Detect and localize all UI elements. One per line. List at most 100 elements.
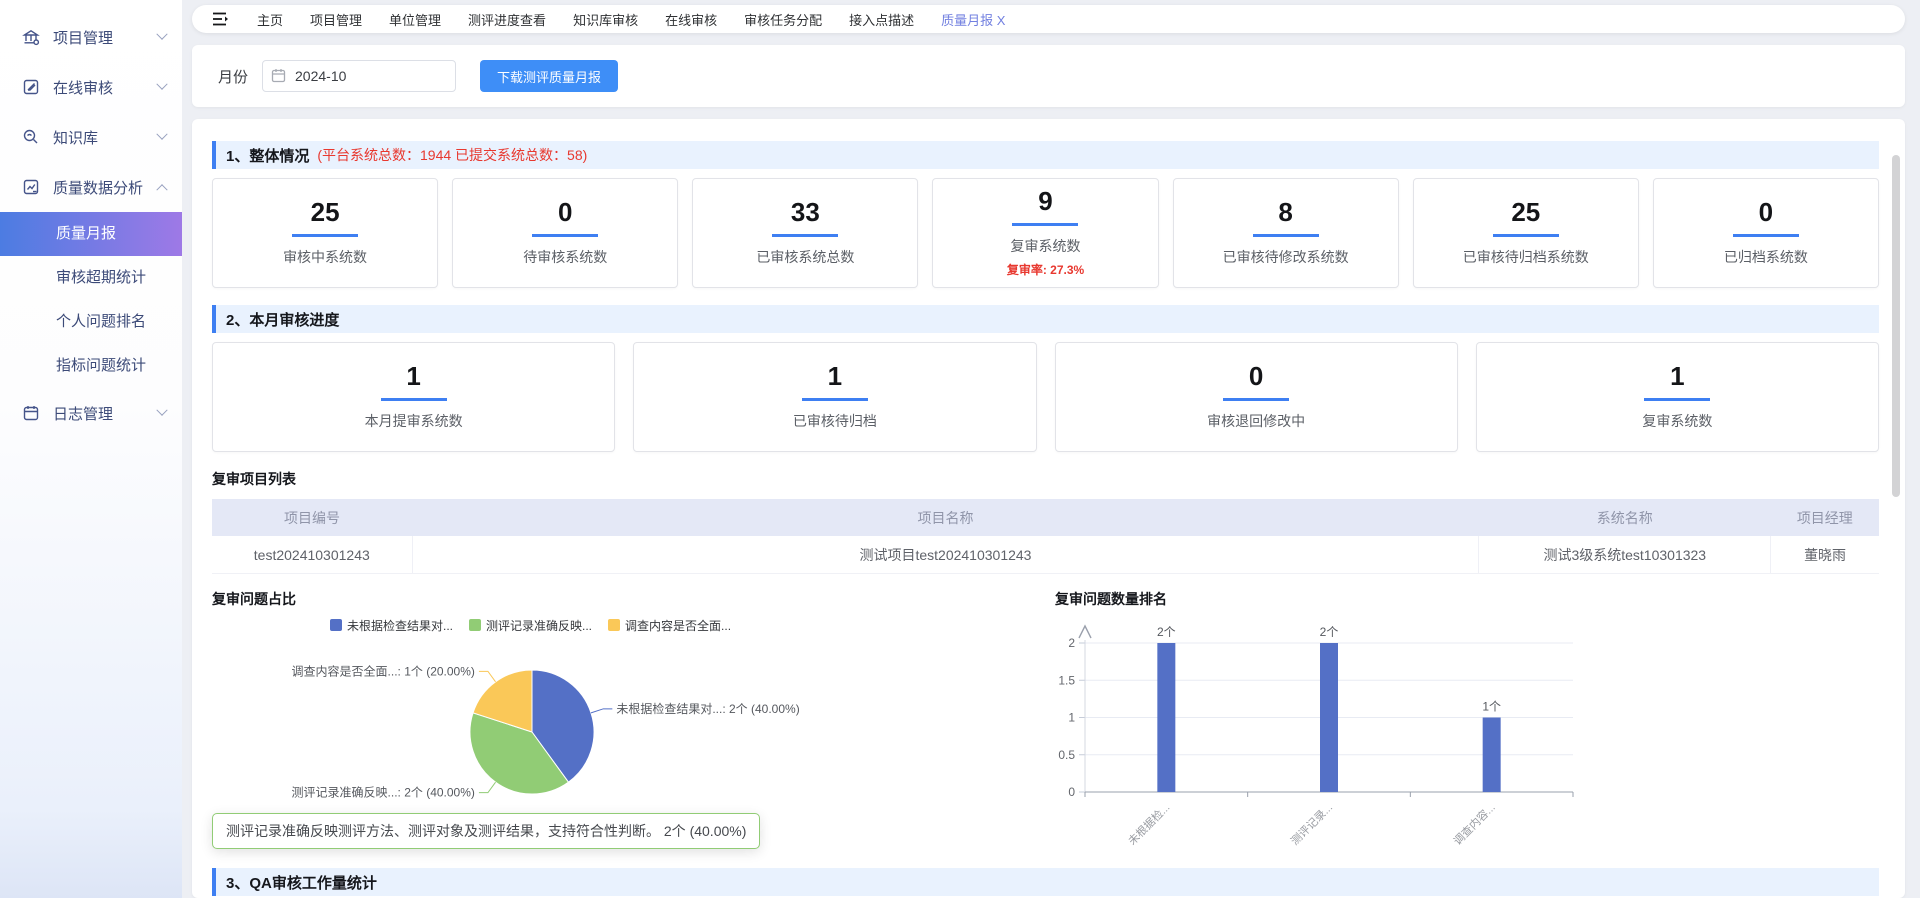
stat-card-reviewed-to-archive: 25 已审核待归档系统数 [1413,178,1639,288]
sidebar-subitem-indicator-issue-stats[interactable]: 指标问题统计 [0,344,182,388]
sidebar-item-knowledge-base[interactable]: 知识库 [0,112,182,162]
y-tick-label: 1.5 [1058,673,1075,687]
bar-value-label: 1个 [1482,700,1501,714]
sidebar-item-label: 知识库 [53,127,158,148]
knowledge-icon [22,128,40,146]
stat-card-re-review-count: 1 复审系统数 [1476,342,1879,452]
report-panel: 1、整体情况 (平台系统总数：1944 已提交系统总数：58) 25 审核中系统… [192,119,1905,898]
tab-evaluation-progress[interactable]: 测评进度查看 [468,10,546,29]
section-3-header: 3、QA审核工作量统计 [212,868,1879,896]
stat-value: 33 [791,199,820,225]
top-nav: 主页 项目管理 单位管理 测评进度查看 知识库审核 在线审核 审核任务分配 接入… [192,5,1905,33]
section-3-title: 3、QA审核工作量统计 [226,872,377,893]
tab-access-point-description[interactable]: 接入点描述 [849,10,914,29]
sidebar-item-project-management[interactable]: 项目管理 [0,12,182,62]
pie-chart-block: 复审问题占比 未根据检查结果对... 测评记录准确反映... 调查内容是否 [212,590,1035,864]
stat-underline [1493,234,1559,237]
x-category-label: 未根据检... [1125,800,1172,847]
sidebar-item-online-review[interactable]: 在线审核 [0,62,182,112]
tab-home[interactable]: 主页 [257,10,283,29]
re-review-rate: 复审率: 27.3% [1007,261,1084,278]
overall-stats-row: 25 审核中系统数 0 待审核系统数 33 已审核系统总数 9 [212,178,1879,288]
pie-label-line [479,671,496,682]
stat-label: 复审系统数 [1010,236,1080,256]
legend-item[interactable]: 未根据检查结果对... [330,617,453,634]
pie-label-line [479,782,496,793]
stat-value: 0 [558,199,572,225]
cell-project-name: 测试项目test202410301243 [412,536,1479,574]
tab-knowledge-review[interactable]: 知识库审核 [573,10,638,29]
table-header-row: 项目编号 项目名称 系统名称 项目经理 [212,499,1879,536]
stat-label: 已审核待归档 [793,411,877,431]
month-input[interactable] [262,60,456,92]
filter-bar: 月份 下载测评质量月报 [192,45,1905,107]
stat-underline [802,398,868,401]
tab-project-management[interactable]: 项目管理 [310,10,362,29]
download-report-button[interactable]: 下载测评质量月报 [480,60,618,92]
x-category-label: 调查内容... [1450,800,1497,847]
chevron-down-icon [156,405,167,416]
tab-unit-management[interactable]: 单位管理 [389,10,441,29]
cell-project-id: test202410301243 [212,536,412,574]
legend-swatch [608,619,620,631]
stat-card-submitted-this-month: 1 本月提审系统数 [212,342,615,452]
stat-card-returned-for-modification: 0 审核退回修改中 [1055,342,1458,452]
col-project-id: 项目编号 [212,499,412,536]
legend-swatch [469,619,481,631]
col-project-name: 项目名称 [412,499,1479,536]
vertical-scrollbar[interactable] [1892,155,1900,497]
tab-online-review[interactable]: 在线审核 [665,10,717,29]
x-category-label: 测评记录... [1288,801,1335,848]
collapse-menu-icon[interactable] [212,12,230,26]
sidebar-item-quality-data-analysis[interactable]: 质量数据分析 [0,162,182,212]
y-tick-label: 1 [1068,711,1075,725]
stat-label: 复审系统数 [1642,411,1712,431]
stat-label: 已审核待修改系统数 [1223,247,1349,267]
section-2-title: 2、本月审核进度 [226,309,339,330]
stat-card-reviewed-to-modify: 8 已审核待修改系统数 [1173,178,1399,288]
tab-review-task-assignment[interactable]: 审核任务分配 [744,10,822,29]
sidebar-subitem-quality-monthly-report[interactable]: 质量月报 [0,212,182,256]
sidebar-subitem-personal-issue-ranking[interactable]: 个人问题排名 [0,300,182,344]
bar[interactable] [1483,718,1501,793]
bar[interactable] [1157,643,1175,792]
page: 项目管理 在线审核 知识库 质量数据分析 质量月报 审核超期统计 个 [0,0,1920,898]
pie-label: 未根据检查结果对...: 2个 (40.00%) [616,701,799,716]
legend-item[interactable]: 调查内容是否全面... [608,617,731,634]
review-table-title: 复审项目列表 [212,469,1879,489]
legend-item[interactable]: 测评记录准确反映... [469,617,592,634]
tab-quality-monthly-report-active[interactable]: 质量月报 X [941,10,1005,29]
content-column: 主页 项目管理 单位管理 测评进度查看 知识库审核 在线审核 审核任务分配 接入… [182,0,1920,898]
chevron-down-icon [156,29,167,40]
y-tick-label: 0.5 [1058,748,1075,762]
monthly-progress-row: 1 本月提审系统数 1 已审核待归档 0 审核退回修改中 1 复 [212,342,1879,452]
sidebar-subitem-review-overdue-stats[interactable]: 审核超期统计 [0,256,182,300]
calendar-icon [271,68,286,83]
legend-label: 测评记录准确反映... [486,617,592,634]
chevron-down-icon [156,129,167,140]
stat-value: 25 [311,199,340,225]
stat-card-reviewed-awaiting-archive: 1 已审核待归档 [633,342,1036,452]
section-1-header: 1、整体情况 (平台系统总数：1944 已提交系统总数：58) [212,141,1879,169]
stat-label: 本月提审系统数 [365,411,463,431]
bar-value-label: 2个 [1320,625,1339,639]
bar[interactable] [1320,643,1338,792]
y-tick-label: 0 [1068,785,1075,799]
legend-label: 未根据检查结果对... [347,617,453,634]
stat-value: 1 [406,363,420,389]
stat-label: 审核退回修改中 [1207,411,1305,431]
cell-project-manager: 董晓雨 [1771,536,1879,574]
chevron-up-icon [156,184,167,195]
pie-legend: 未根据检查结果对... 测评记录准确反映... 调查内容是否全面... [330,618,1035,632]
y-tick-label: 2 [1068,636,1075,650]
stat-label: 审核中系统数 [283,247,367,267]
stat-card-re-review: 9 复审系统数 复审率: 27.3% [932,178,1158,288]
section-1-note: (平台系统总数：1944 已提交系统总数：58) [317,145,587,165]
month-label: 月份 [218,66,248,87]
bar-value-label: 2个 [1157,625,1176,639]
sidebar-item-log-management[interactable]: 日志管理 [0,388,182,438]
pie-label: 测评记录准确反映...: 2个 (40.00%) [292,786,475,800]
stat-underline [1733,234,1799,237]
pie-label: 调查内容是否全面...: 1个 (20.00%) [292,663,475,678]
stat-value: 1 [1670,363,1684,389]
